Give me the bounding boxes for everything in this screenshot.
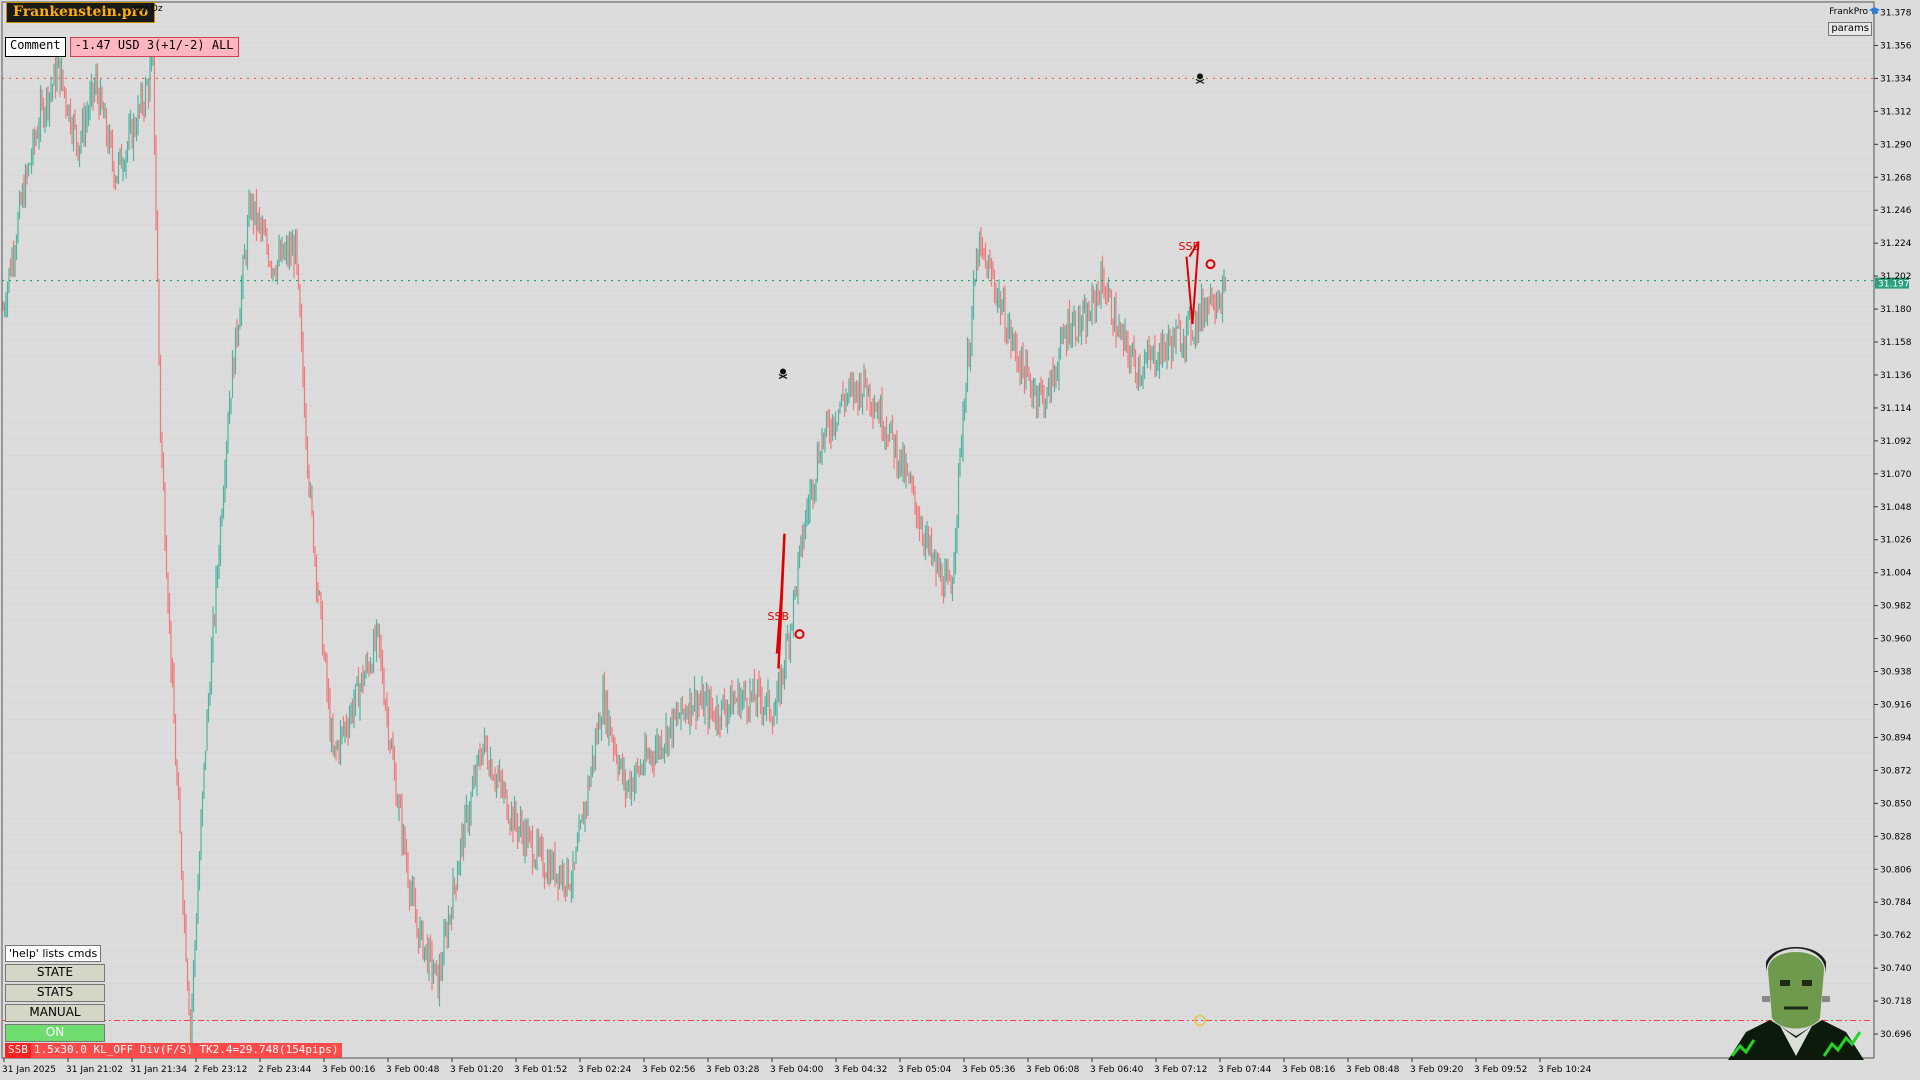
params-button[interactable]: params [1828,22,1872,36]
price-tick-label: 30.850 [1880,799,1912,809]
price-tick-label: 31.268 [1880,173,1912,183]
time-tick-label: 2 Feb 23:12 [194,1065,247,1075]
price-tick-label: 31.048 [1880,503,1912,513]
time-tick-label: 3 Feb 09:52 [1474,1065,1527,1075]
time-tick-label: 3 Feb 08:48 [1346,1065,1400,1075]
frankpro-label: FrankPro [1829,7,1868,17]
price-chart[interactable]: 31.19731.37831.35631.33431.31231.29031.2… [0,0,1920,1080]
price-tick-label: 31.004 [1880,569,1912,579]
time-tick-label: 3 Feb 09:20 [1410,1065,1464,1075]
status-tag: SSB [5,1043,31,1058]
price-tick-label: 30.696 [1880,1030,1912,1040]
time-tick-label: 3 Feb 06:08 [1026,1065,1080,1075]
time-tick-label: 3 Feb 04:32 [834,1065,887,1075]
price-tick-label: 31.290 [1880,140,1912,150]
time-tick-label: 3 Feb 00:48 [386,1065,440,1075]
status-text: 1.5x30.0 KL_OFF Div(F/S) TK2.4=29.748(15… [30,1043,342,1058]
price-tick-label: 31.246 [1880,206,1912,216]
comment-value: -1.47 USD 3(+1/-2) ALL [69,37,239,57]
price-tick-label: 30.960 [1880,635,1912,645]
time-tick-label: 31 Jan 21:02 [66,1065,123,1075]
price-tick-label: 30.872 [1880,766,1912,776]
comment-row: Comment -1.47 USD 3(+1/-2) ALL [5,37,239,57]
price-tick-label: 31.158 [1880,338,1912,348]
time-tick-label: 3 Feb 07:12 [1154,1065,1207,1075]
price-tick-label: 31.378 [1880,8,1912,18]
price-tick-label: 30.916 [1880,701,1912,711]
price-tick-label: 31.224 [1880,239,1912,249]
price-tick-label: 30.718 [1880,997,1912,1007]
time-tick-label: 3 Feb 02:56 [642,1065,696,1075]
time-tick-label: 3 Feb 01:52 [514,1065,567,1075]
price-tick-label: 31.202 [1880,272,1912,282]
time-tick-label: 3 Feb 07:44 [1218,1065,1272,1075]
graduation-cap-icon [1869,7,1880,14]
time-tick-label: 31 Jan 21:34 [130,1065,187,1075]
time-tick-label: 3 Feb 04:00 [770,1065,824,1075]
price-tick-label: 30.806 [1880,865,1912,875]
time-tick-label: 2 Feb 23:44 [258,1065,312,1075]
time-tick-label: 3 Feb 00:16 [322,1065,376,1075]
price-tick-label: 30.762 [1880,931,1912,941]
time-tick-label: 3 Feb 01:20 [450,1065,504,1075]
price-tick-label: 30.938 [1880,668,1912,678]
time-tick-label: 3 Feb 05:04 [898,1065,952,1075]
status-bar: SSB 1.5x30.0 KL_OFF Div(F/S) TK2.4=29.74… [5,1043,342,1058]
comment-label: Comment [5,37,66,57]
on-toggle-button[interactable]: ON [5,1024,105,1042]
help-hint: 'help' lists cmds [5,945,102,962]
time-tick-label: 3 Feb 06:40 [1090,1065,1144,1075]
time-tick-label: 3 Feb 05:36 [962,1065,1016,1075]
time-tick-label: 3 Feb 02:24 [578,1065,632,1075]
time-tick-label: 3 Feb 10:24 [1538,1065,1592,1075]
price-tick-label: 30.982 [1880,602,1912,612]
price-tick-label: 31.136 [1880,371,1912,381]
time-tick-label: 31 Jan 2025 [2,1065,56,1075]
price-tick-label: 30.828 [1880,832,1912,842]
time-tick-label: 3 Feb 08:16 [1282,1065,1336,1075]
price-tick-label: 31.356 [1880,41,1912,51]
price-tick-label: 31.114 [1880,404,1912,414]
frankenstein-mascot-icon [1728,947,1864,1060]
stats-button[interactable]: STATS [5,984,105,1002]
signal-label: SSB [1179,240,1201,253]
price-tick-label: 31.026 [1880,536,1912,546]
price-tick-label: 31.334 [1880,74,1912,84]
symbol-label: xoy Oz [132,4,163,14]
manual-button[interactable]: MANUAL [5,1004,105,1022]
price-tick-label: 30.894 [1880,733,1912,743]
price-tick-label: 31.092 [1880,437,1912,447]
state-button[interactable]: STATE [5,964,105,982]
price-tick-label: 31.312 [1880,107,1912,117]
price-tick-label: 30.740 [1880,964,1912,974]
time-tick-label: 3 Feb 03:28 [706,1065,760,1075]
price-tick-label: 31.070 [1880,470,1912,480]
price-tick-label: 30.784 [1880,898,1912,908]
price-tick-label: 31.180 [1880,305,1912,315]
